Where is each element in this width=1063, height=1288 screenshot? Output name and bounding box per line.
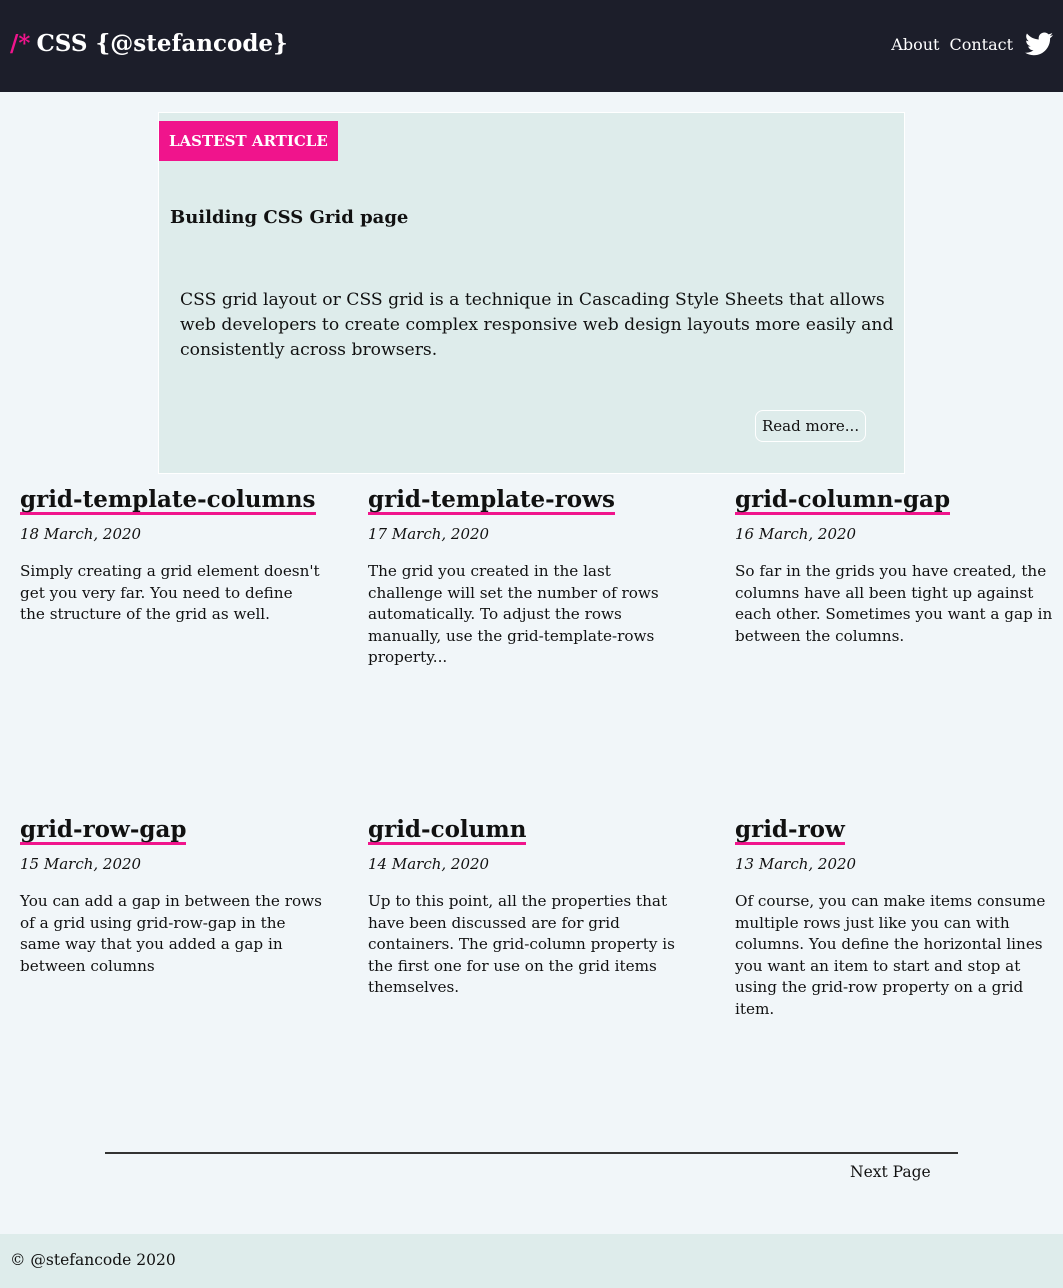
article-card: grid-template-rows 17 March, 2020 The gr… (368, 488, 698, 666)
next-page-link[interactable]: Next Page (850, 1163, 931, 1181)
site-footer: © @stefancode 2020 (0, 1234, 1063, 1288)
article-description: Up to this point, all the properties tha… (368, 892, 675, 997)
featured-article: LASTEST ARTICLE Building CSS Grid page C… (158, 112, 905, 474)
read-more-button[interactable]: Read more... (755, 410, 867, 442)
article-card: grid-column 14 March, 2020 Up to this po… (368, 818, 698, 996)
site-logo[interactable]: /* CSS {@stefancode} (10, 30, 288, 57)
article-title-link[interactable]: grid-column (368, 818, 527, 845)
twitter-icon[interactable] (1025, 32, 1053, 56)
article-title-link[interactable]: grid-template-columns (20, 488, 316, 515)
featured-summary: CSS grid layout or CSS grid is a techniq… (180, 290, 894, 360)
article-date: 17 March, 2020 (368, 525, 490, 543)
article-date: 14 March, 2020 (368, 855, 490, 873)
nav-about-link[interactable]: About (891, 35, 939, 54)
article-description: Simply creating a grid element doesn't g… (20, 562, 320, 624)
article-title-link[interactable]: grid-row (735, 818, 845, 845)
article-card: grid-row 13 March, 2020 Of course, you c… (735, 818, 1061, 1018)
article-card: grid-template-columns 18 March, 2020 Sim… (20, 488, 350, 623)
pagination-divider (105, 1152, 958, 1154)
top-navbar: /* CSS {@stefancode} About Contact (0, 0, 1063, 92)
article-date: 15 March, 2020 (20, 855, 142, 873)
article-date: 18 March, 2020 (20, 525, 142, 543)
article-date: 13 March, 2020 (735, 855, 857, 873)
featured-title: Building CSS Grid page (170, 207, 409, 228)
nav-contact-link[interactable]: Contact (949, 35, 1013, 54)
copyright-text: © @stefancode 2020 (10, 1251, 176, 1269)
article-title-link[interactable]: grid-column-gap (735, 488, 951, 515)
article-description: You can add a gap in between the rows of… (20, 892, 322, 975)
article-card: grid-column-gap 16 March, 2020 So far in… (735, 488, 1063, 645)
latest-article-badge: LASTEST ARTICLE (159, 121, 338, 161)
article-date: 16 March, 2020 (735, 525, 857, 543)
article-title-link[interactable]: grid-row-gap (20, 818, 187, 845)
article-description: So far in the grids you have created, th… (735, 562, 1053, 645)
logo-text: CSS {@stefancode} (36, 30, 288, 57)
article-card: grid-row-gap 15 March, 2020 You can add … (20, 818, 350, 975)
article-description: The grid you created in the last challen… (368, 562, 659, 667)
main-nav: About Contact (891, 32, 1053, 56)
logo-slash: /* (10, 30, 31, 57)
article-description: Of course, you can make items consume mu… (735, 892, 1046, 1018)
article-title-link[interactable]: grid-template-rows (368, 488, 615, 515)
